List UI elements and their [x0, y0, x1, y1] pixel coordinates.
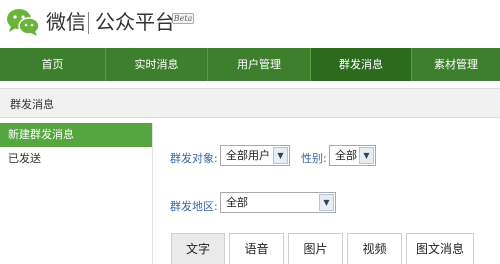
- tab-image[interactable]: 图片: [288, 233, 343, 264]
- chevron-down-icon: ▼: [319, 194, 334, 211]
- brand-divider: [88, 12, 89, 34]
- nav-home[interactable]: 首页: [0, 48, 106, 81]
- tab-voice[interactable]: 语音: [229, 233, 284, 264]
- chevron-down-icon: ▼: [273, 147, 288, 164]
- header: 微信 公众平台 Beta: [0, 0, 500, 48]
- tab-news[interactable]: 图文消息: [406, 233, 474, 264]
- section-title: 群发消息: [10, 98, 54, 111]
- brand-name: 微信: [46, 10, 86, 34]
- product-name: 公众平台: [95, 10, 175, 34]
- sidebar: 新建群发消息 已发送: [0, 123, 152, 264]
- tab-video[interactable]: 视频: [347, 233, 402, 264]
- main-panel: 群发对象: 全部用户 ▼ 性别: 全部 ▼ 群发地区: 全部 ▼ 文字 语音 图…: [152, 123, 500, 264]
- gender-label: 性别:: [301, 152, 327, 165]
- main-nav: 首页 实时消息 用户管理 群发消息 素材管理: [0, 48, 500, 81]
- tab-text[interactable]: 文字: [171, 233, 225, 264]
- nav-mass-messaging[interactable]: 群发消息: [311, 48, 412, 81]
- nav-user-management[interactable]: 用户管理: [208, 48, 311, 81]
- target-select[interactable]: 全部用户 ▼: [220, 145, 290, 166]
- nav-material-management[interactable]: 素材管理: [412, 48, 500, 81]
- target-label: 群发对象:: [170, 152, 218, 165]
- message-type-tabs: 文字 语音 图片 视频 图文消息: [171, 233, 474, 264]
- region-select-value: 全部: [226, 196, 248, 209]
- sidebar-item-sent[interactable]: 已发送: [0, 147, 152, 171]
- section-header: 群发消息: [0, 88, 500, 118]
- gender-select[interactable]: 全部 ▼: [329, 145, 376, 166]
- target-select-value: 全部用户: [226, 149, 270, 162]
- gender-select-value: 全部: [335, 149, 357, 162]
- chevron-down-icon: ▼: [359, 147, 374, 164]
- region-label: 群发地区:: [170, 200, 218, 213]
- wechat-logo-icon: [7, 9, 40, 36]
- sidebar-item-new-mass-message[interactable]: 新建群发消息: [0, 123, 152, 147]
- nav-realtime-messages[interactable]: 实时消息: [106, 48, 208, 81]
- beta-badge: Beta: [172, 13, 194, 24]
- region-select[interactable]: 全部 ▼: [220, 192, 336, 213]
